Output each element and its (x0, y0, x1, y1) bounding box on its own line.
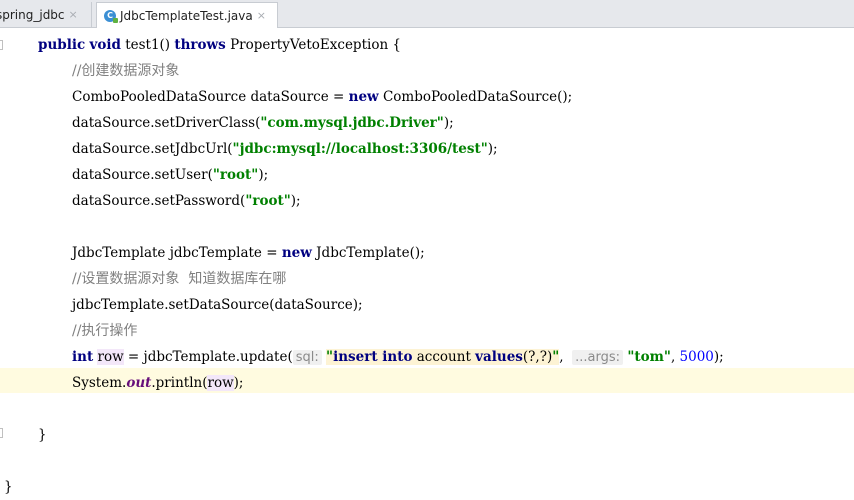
code-text: ComboPooledDataSource(); (382, 89, 573, 105)
code-line-6[interactable]: dataSource.setUser("root"); (72, 162, 268, 188)
code-text: dataSource.setJdbcUrl( (72, 141, 233, 157)
comment: //创建数据源对象 (72, 63, 180, 79)
code-text: System. (72, 375, 127, 391)
code-text: dataSource.setPassword( (72, 193, 246, 209)
code-line-9[interactable]: JdbcTemplate jdbcTemplate = new JdbcTemp… (72, 240, 425, 266)
code-editor[interactable]: public void test1() throws PropertyVetoE… (0, 28, 854, 497)
close-icon[interactable]: × (69, 8, 78, 21)
fold-marker-icon[interactable] (0, 428, 3, 438)
code-line-1[interactable]: public void test1() throws PropertyVetoE… (38, 32, 401, 58)
code-line-7[interactable]: dataSource.setPassword("root"); (72, 188, 301, 214)
closing-brace: } (38, 427, 47, 443)
code-line-11[interactable]: jdbcTemplate.setDataSource(dataSource); (72, 292, 363, 318)
string-literal: "root" (245, 193, 291, 209)
sql-string: "insert into account values(?,?)" (326, 349, 560, 365)
sql-keyword: values (475, 349, 523, 365)
keyword: throws (174, 37, 226, 53)
string-literal: "root" (212, 167, 259, 183)
code-line-2[interactable]: //创建数据源对象 (72, 58, 179, 84)
code-line-5[interactable]: dataSource.setJdbcUrl("jdbc:mysql://loca… (72, 136, 498, 162)
tab-jdbctemplatetest-java[interactable]: C JdbcTemplateTest.java × (96, 2, 278, 28)
code-line-12[interactable]: //执行操作 (72, 318, 137, 344)
code-text: dataSource.setDriverClass( (72, 115, 261, 131)
fold-marker-icon[interactable] (0, 40, 3, 50)
code-text: JdbcTemplate(); (316, 245, 425, 261)
code-line-3[interactable]: ComboPooledDataSource dataSource = new C… (72, 84, 572, 110)
code-text: ); (713, 349, 724, 365)
closing-brace: } (4, 479, 13, 495)
number-literal: 5000 (679, 349, 714, 365)
code-text: .println( (151, 375, 208, 391)
code-line-13[interactable]: int row = jdbcTemplate.update(sql: "inse… (72, 344, 724, 370)
code-text: ); (290, 193, 301, 209)
code-line-4[interactable]: dataSource.setDriverClass("com.mysql.jdb… (72, 110, 454, 136)
code-text: = jdbcTemplate.update( (123, 349, 293, 365)
code-line-16[interactable]: } (38, 422, 47, 448)
close-icon[interactable]: × (257, 9, 266, 22)
code-text: PropertyVetoException { (230, 37, 402, 53)
sql-table: account (412, 349, 476, 365)
sql-params: (?,?) (522, 349, 553, 365)
tab-label: spring_jdbc (0, 7, 65, 22)
method-name: test1() (125, 37, 171, 53)
tab-spring-jdbc[interactable]: spring_jdbc × (0, 2, 92, 27)
string-literal: "tom" (627, 349, 671, 365)
keyword: public (38, 37, 86, 53)
code-text: jdbcTemplate.setDataSource(dataSource); (72, 297, 363, 313)
code-text: ); (258, 167, 269, 183)
code-line-18[interactable]: } (4, 474, 13, 500)
tab-label: JdbcTemplateTest.java (120, 8, 253, 23)
editor-tab-bar: spring_jdbc × C JdbcTemplateTest.java × (0, 0, 854, 28)
keyword: new (281, 245, 312, 261)
comment: //执行操作 (72, 323, 138, 339)
keyword: new (348, 89, 379, 105)
code-line-10[interactable]: //设置数据源对象 知道数据库在哪 (72, 266, 286, 292)
code-text: ); (233, 375, 244, 391)
variable-row: row (207, 375, 234, 391)
string-literal: "jdbc:mysql://localhost:3306/test" (232, 141, 488, 157)
parameter-hint: sql: (292, 350, 322, 365)
code-text: JdbcTemplate jdbcTemplate = (72, 245, 282, 261)
sql-keyword: insert into (333, 349, 413, 365)
static-field: out (126, 375, 152, 391)
keyword: int (72, 349, 94, 365)
code-text: ); (443, 115, 454, 131)
variable-row: row (97, 349, 124, 365)
code-text: , (559, 349, 568, 365)
java-class-icon: C (104, 9, 118, 23)
code-text: ); (487, 141, 498, 157)
parameter-hint: ...args: (572, 350, 624, 365)
code-text: dataSource.setUser( (72, 167, 213, 183)
string-literal: "com.mysql.jdbc.Driver" (260, 115, 444, 131)
code-text: ComboPooledDataSource dataSource = (72, 89, 349, 105)
code-line-14[interactable]: System.out.println(row); (72, 370, 243, 396)
keyword: void (89, 37, 121, 53)
code-text: , (670, 349, 680, 365)
comment: //设置数据源对象 知道数据库在哪 (72, 271, 287, 287)
